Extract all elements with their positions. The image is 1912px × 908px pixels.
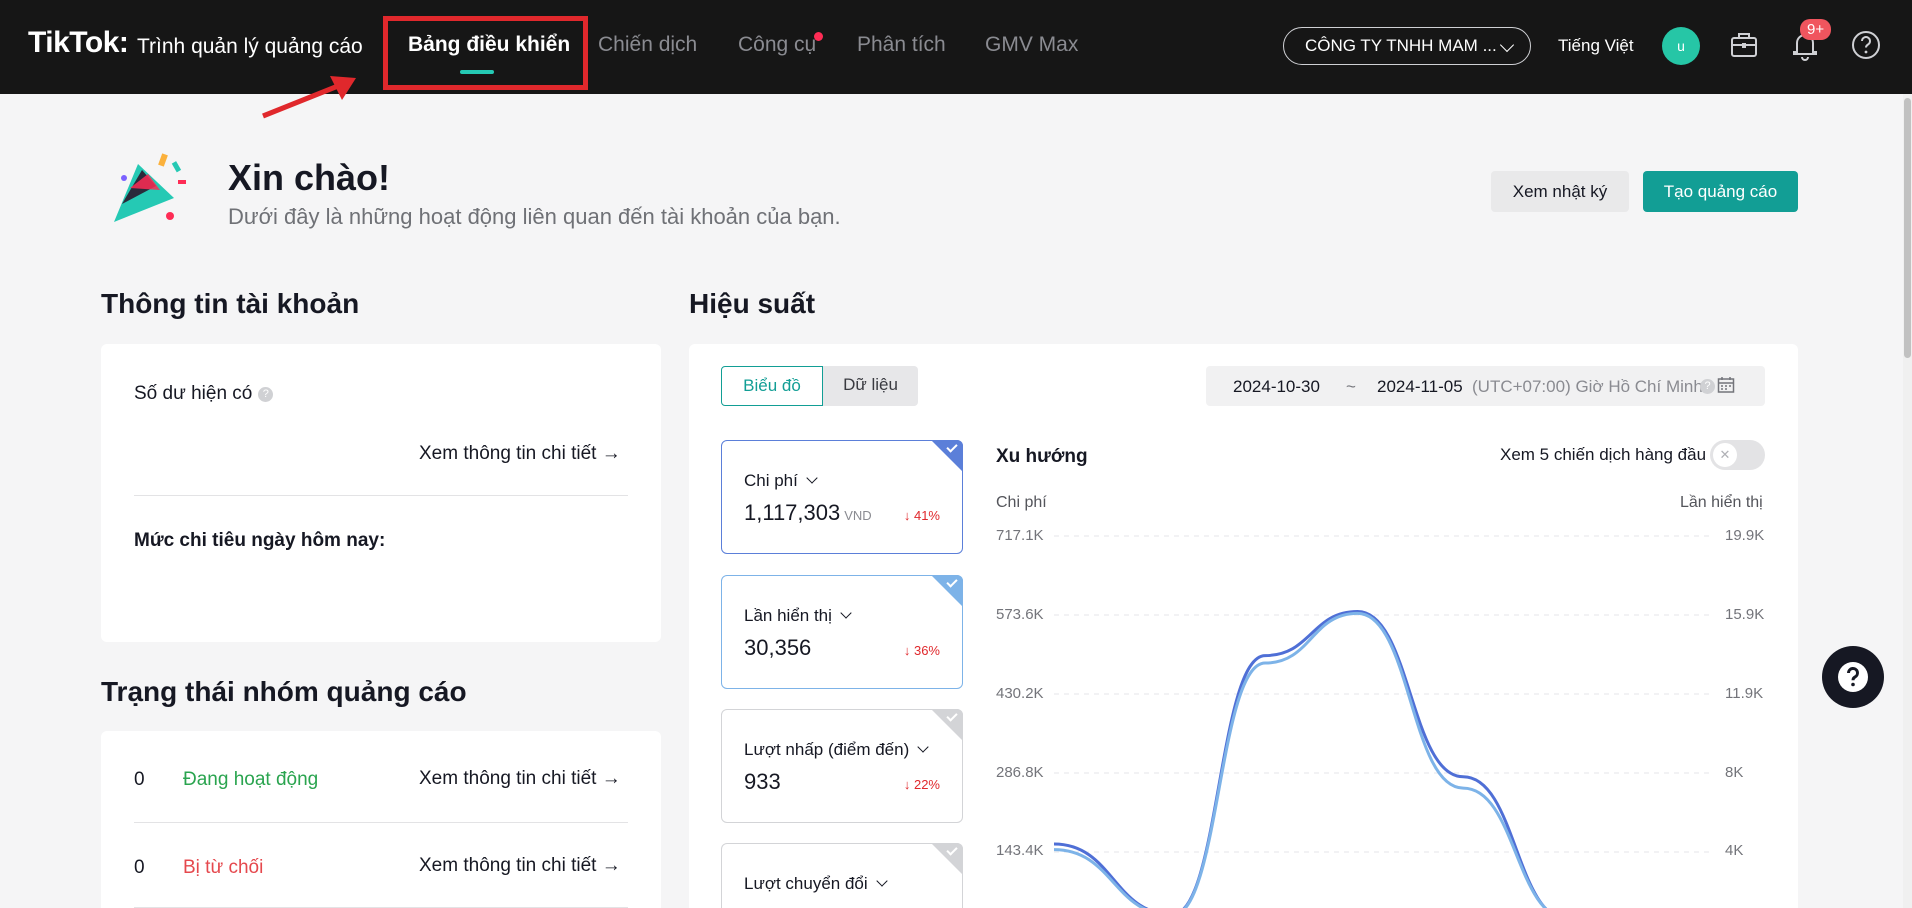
account-details-link[interactable]: Xem thông tin chi tiết → <box>419 443 621 465</box>
active-count: 0 <box>134 769 145 790</box>
unselected-corner <box>931 843 963 875</box>
account-info-heading: Thông tin tài khoản <box>101 288 360 319</box>
metric-value: 30,356 <box>744 635 812 660</box>
scrollbar-thumb[interactable] <box>1904 98 1911 358</box>
nav-gmv-max[interactable]: GMV Max <box>985 33 1078 57</box>
rejected-count: 0 <box>134 857 145 878</box>
y-tick-right: 19.9K <box>1725 527 1765 544</box>
avatar[interactable]: u <box>1662 27 1700 65</box>
y-tick-left: 430.2K <box>996 685 1044 702</box>
view-log-button[interactable]: Xem nhật ký <box>1491 171 1629 212</box>
trend-chart <box>1054 535 1714 908</box>
page-scrollbar[interactable] <box>1903 94 1912 908</box>
status-active-label[interactable]: Đang hoạt động <box>183 769 318 791</box>
tab-chart[interactable]: Biểu đồ <box>721 366 823 406</box>
arrow-right-icon: → <box>601 855 621 876</box>
help-icon[interactable] <box>1849 28 1883 62</box>
account-info-card: Số dư hiện có? Xem thông tin chi tiết → … <box>101 344 661 642</box>
spend-today-label: Mức chi tiêu ngày hôm nay: <box>134 530 386 551</box>
series-line-1 <box>1054 611 1548 908</box>
metric-change: ↓ 36% <box>903 643 940 658</box>
selected-corner <box>931 575 963 607</box>
account-switcher-label: CÔNG TY TNHH MAM ... <box>1305 36 1497 55</box>
metric-name[interactable]: Lượt chuyển đổi <box>744 874 888 894</box>
series-line-0 <box>1054 610 1548 908</box>
metric-card-conversions[interactable]: Lượt chuyển đổi <box>721 843 963 908</box>
question-icon[interactable]: ? <box>1700 379 1715 394</box>
top5-campaigns-toggle[interactable]: ✕ <box>1710 440 1765 470</box>
greeting-subtitle: Dưới đây là những hoạt động liên quan đế… <box>228 204 841 229</box>
rejected-details-link[interactable]: Xem thông tin chi tiết → <box>419 855 621 877</box>
metric-value: 933 <box>744 769 781 794</box>
selected-corner <box>931 440 963 472</box>
red-arrow-annotation <box>262 76 356 119</box>
arrow-down-icon: ↓ <box>903 777 911 792</box>
y-axis-left-label: Chi phí <box>996 494 1047 511</box>
metric-change: ↓ 22% <box>903 777 940 792</box>
chevron-down-icon <box>876 875 888 887</box>
adgroup-status-heading: Trạng thái nhóm quảng cáo <box>101 676 467 707</box>
date-end: 2024-11-05 <box>1377 377 1463 396</box>
metric-value: 1,117,303 VND <box>744 500 872 525</box>
metric-card-clicks[interactable]: Lượt nhấp (điểm đến) 933 ↓ 22% <box>721 709 963 823</box>
nav-campaigns[interactable]: Chiến dịch <box>598 33 697 57</box>
y-tick-left: 143.4K <box>996 842 1044 859</box>
divider <box>134 822 628 823</box>
y-tick-left: 717.1K <box>996 527 1044 544</box>
y-tick-right: 8K <box>1725 764 1744 781</box>
active-details-link[interactable]: Xem thông tin chi tiết → <box>419 768 621 790</box>
arrow-right-icon: → <box>601 443 621 464</box>
date-separator: ~ <box>1346 377 1356 396</box>
tab-data[interactable]: Dữ liệu <box>823 366 918 406</box>
y-tick-right: 4K <box>1725 842 1744 859</box>
arrow-down-icon: ↓ <box>903 508 911 523</box>
metric-card-impressions[interactable]: Lần hiển thị 30,356 ↓ 36% <box>721 575 963 689</box>
top5-campaigns-label: Xem 5 chiến dịch hàng đầu <box>1500 445 1707 464</box>
y-tick-right: 11.9K <box>1725 685 1764 702</box>
metric-name[interactable]: Lần hiển thị <box>744 606 852 626</box>
help-chat-button[interactable] <box>1822 646 1884 708</box>
arrow-right-icon: → <box>601 768 621 789</box>
tiktok-logo[interactable]: TikTok: <box>28 26 129 60</box>
metric-name[interactable]: Lượt nhấp (điểm đến) <box>744 740 929 760</box>
question-icon[interactable]: ? <box>258 387 274 402</box>
account-switcher[interactable]: CÔNG TY TNHH MAM ... <box>1283 27 1531 65</box>
party-popper-icon <box>114 153 186 222</box>
metric-change: ↓ 41% <box>903 508 940 523</box>
nav-analytics[interactable]: Phân tích <box>857 33 946 57</box>
calendar-icon[interactable] <box>1717 376 1735 394</box>
help-icon <box>1838 662 1868 692</box>
tools-notification-dot <box>814 32 823 41</box>
create-ad-button[interactable]: Tạo quảng cáo <box>1643 171 1798 212</box>
metric-card-cost[interactable]: Chi phí 1,117,303 VND ↓ 41% <box>721 440 963 554</box>
timezone-label: (UTC+07:00) Giờ Hồ Chí Minh <box>1472 377 1703 396</box>
y-tick-right: 15.9K <box>1725 606 1765 623</box>
chevron-down-icon <box>840 607 852 619</box>
performance-heading: Hiệu suất <box>689 288 816 319</box>
briefcase-icon[interactable] <box>1727 28 1761 62</box>
trend-title: Xu hướng <box>996 446 1088 467</box>
language-selector[interactable]: Tiếng Việt <box>1558 36 1634 56</box>
arrow-down-icon: ↓ <box>903 643 911 658</box>
adgroup-status-card: 0 Đang hoạt động Xem thông tin chi tiết … <box>101 731 661 908</box>
chevron-down-icon <box>917 741 929 753</box>
notification-badge: 9+ <box>1800 19 1832 40</box>
y-tick-left: 573.6K <box>996 606 1044 623</box>
ads-manager-title: Trình quản lý quảng cáo <box>137 35 363 58</box>
close-icon: ✕ <box>1713 443 1737 467</box>
greeting-title: Xin chào! <box>228 157 391 198</box>
chevron-down-icon <box>806 472 818 484</box>
highlight-box <box>383 16 588 90</box>
date-range-picker[interactable]: 2024-10-30 ~ 2024-11-05 (UTC+07:00) Giờ … <box>1206 366 1765 406</box>
metric-name[interactable]: Chi phí <box>744 471 818 491</box>
divider <box>134 495 628 496</box>
date-start: 2024-10-30 <box>1233 377 1320 396</box>
unselected-corner <box>931 709 963 741</box>
y-tick-left: 286.8K <box>996 764 1044 781</box>
chevron-down-icon <box>1499 37 1515 53</box>
y-axis-right-label: Lần hiển thị <box>1680 494 1763 511</box>
status-rejected-label[interactable]: Bị từ chối <box>183 857 263 879</box>
balance-label: Số dư hiện có? <box>134 383 274 405</box>
nav-tools[interactable]: Công cụ <box>738 33 816 57</box>
